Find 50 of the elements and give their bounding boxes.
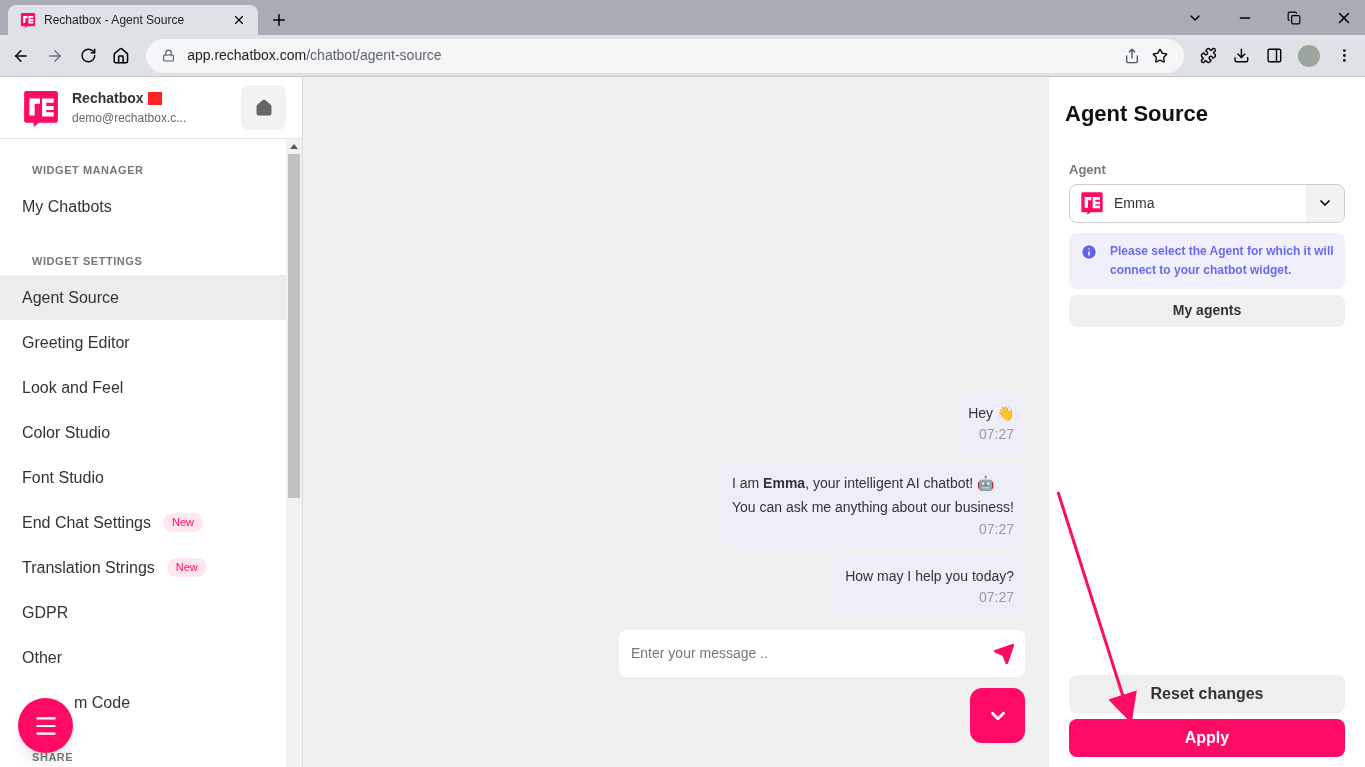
tab-title: Rechatbox - Agent Source <box>44 12 186 29</box>
logo-icon <box>22 88 60 127</box>
extensions-icon[interactable] <box>1200 47 1217 64</box>
brand-name: Rechatbox <box>72 89 144 108</box>
info-icon <box>1080 242 1098 261</box>
star-icon[interactable] <box>1152 47 1169 64</box>
message-time: 07:27 <box>978 520 1014 539</box>
logo-icon <box>1080 191 1104 215</box>
lock-icon <box>162 49 176 62</box>
section-heading: SHARE <box>31 749 75 765</box>
message-text: Hey 👋 <box>968 404 1014 423</box>
sidebar-item[interactable]: Agent Source <box>0 275 286 320</box>
home-button[interactable] <box>241 85 286 130</box>
new-badge: New <box>162 513 203 532</box>
url-text: app.rechatbox.com/chatbot/agent-source <box>187 46 443 65</box>
status-square-icon <box>147 92 162 105</box>
message-text: How may I help you today? <box>845 567 1014 586</box>
message-input[interactable]: Enter your message .. <box>619 630 1025 677</box>
section-heading: WIDGET MANAGER <box>31 162 145 178</box>
home-icon[interactable] <box>112 46 131 65</box>
field-label: Agent <box>1069 161 1107 179</box>
scroll-down-button[interactable] <box>970 688 1025 743</box>
my-agents-button[interactable]: My agents <box>1069 294 1345 327</box>
message-field[interactable]: Enter your message .. <box>631 643 993 664</box>
info-text: Please select the Agent for which it will connect to your chatbot widget. <box>1110 242 1334 279</box>
section-heading: WIDGET SETTINGS <box>31 253 144 269</box>
side-panel-icon[interactable] <box>1265 47 1283 64</box>
scroll-up-icon[interactable] <box>290 144 298 149</box>
logo-icon <box>20 12 36 28</box>
send-icon[interactable] <box>993 642 1015 665</box>
share-icon[interactable] <box>1124 47 1141 64</box>
download-icon[interactable] <box>1232 47 1250 64</box>
agent-select[interactable]: Emma <box>1069 183 1345 223</box>
account-email: demo@rechatbox.c... <box>72 110 188 127</box>
scrollbar[interactable] <box>286 139 302 767</box>
reload-icon[interactable] <box>79 47 97 64</box>
message-time: 07:27 <box>978 588 1014 607</box>
restore-icon[interactable] <box>1287 10 1301 25</box>
apply-button[interactable]: Apply <box>1069 719 1345 757</box>
address-bar[interactable]: app.rechatbox.com/chatbot/agent-source <box>146 38 1185 73</box>
close-icon[interactable] <box>232 13 246 27</box>
browser-tab[interactable]: Rechatbox - Agent Source <box>8 5 258 35</box>
reset-changes-button[interactable]: Reset changes <box>1069 675 1345 713</box>
home-icon <box>254 98 273 117</box>
message-text: I am Emma, your intelligent AI chatbot! 🤖 <box>732 474 995 493</box>
message-time: 07:27 <box>978 425 1014 444</box>
panel-title: Agent Source <box>1065 100 1210 128</box>
new-tab-icon[interactable] <box>270 11 288 29</box>
message-text: You can ask me anything about our business! <box>732 498 1014 517</box>
new-badge: New <box>166 558 207 577</box>
